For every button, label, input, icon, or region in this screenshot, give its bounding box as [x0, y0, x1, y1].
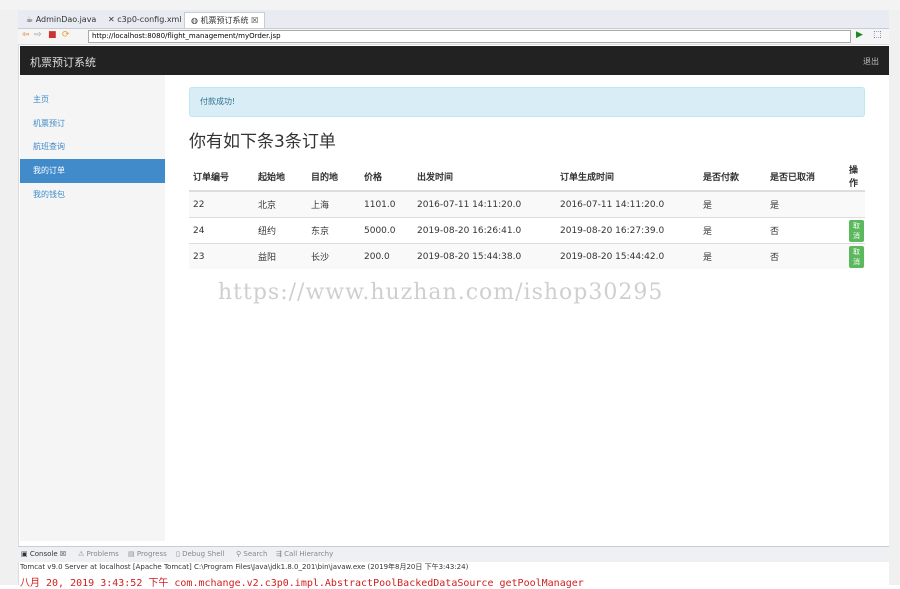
globe-icon: ◍ [191, 16, 198, 25]
refresh-icon[interactable]: ⟳ [62, 30, 70, 40]
search-icon: ⚲ [236, 550, 242, 558]
editor-tab-c3p0-config[interactable]: ✕ c3p0-config.xml [102, 12, 188, 27]
cell-action [845, 190, 865, 218]
cell-paid: 是 [699, 190, 766, 218]
console-log-line: 八月 20, 2019 3:43:52 下午 com.mchange.v2.c3… [20, 578, 584, 589]
cell-order-id: 23 [189, 243, 254, 269]
xml-file-icon: ✕ [108, 15, 115, 24]
page-heading: 你有如下条3条订单 [189, 132, 336, 152]
col-origin: 起始地 [254, 162, 307, 192]
call-hierarchy-icon: ⇶ [276, 550, 282, 558]
sidebar-item-flight-search[interactable]: 航班查询 [20, 135, 165, 159]
back-arrow-icon[interactable]: ⇦ [22, 30, 30, 40]
cell-cancelled: 否 [766, 243, 845, 269]
cell-cancelled: 否 [766, 217, 845, 244]
cell-price: 200.0 [360, 243, 413, 269]
orders-table: 订单编号 起始地 目的地 价格 出发时间 订单生成时间 是否付款 是否已取消 操… [189, 162, 865, 269]
navbar: 机票预订系统 退出 [20, 46, 889, 75]
payment-success-alert: 付款成功! [189, 87, 865, 117]
sidebar-item-my-orders[interactable]: 我的订单 [20, 159, 165, 183]
cancel-order-button[interactable]: 取消 [849, 219, 864, 242]
cell-origin: 北京 [254, 190, 307, 218]
url-input[interactable] [88, 30, 851, 43]
cell-price: 1101.0 [360, 190, 413, 218]
sidebar-item-book-ticket[interactable]: 机票预订 [20, 112, 165, 136]
logout-link[interactable]: 退出 [863, 56, 879, 67]
cell-origin: 纽约 [254, 217, 307, 244]
go-icon[interactable]: ▶ [856, 30, 863, 40]
console-status: Tomcat v9.0 Server at localhost [Apache … [20, 563, 469, 571]
call-hierarchy-tab[interactable]: ⇶ Call Hierarchy [276, 549, 333, 560]
col-action: 操作 [845, 162, 865, 192]
col-price: 价格 [360, 162, 413, 192]
col-created-time: 订单生成时间 [556, 162, 699, 192]
cell-created-time: 2016-07-11 14:11:20.0 [556, 190, 699, 218]
cell-paid: 是 [699, 243, 766, 269]
cell-order-id: 22 [189, 190, 254, 218]
forward-arrow-icon[interactable]: ⇨ [34, 30, 42, 40]
open-external-icon[interactable]: ⬚ [873, 30, 882, 40]
table-row: 24 纽约 东京 5000.0 2019-08-20 16:26:41.0 20… [189, 217, 865, 244]
problems-tab[interactable]: ⚠ Problems [78, 549, 119, 560]
cell-cancelled: 是 [766, 190, 845, 218]
cell-price: 5000.0 [360, 217, 413, 244]
cell-departure-time: 2016-07-11 14:11:20.0 [413, 190, 556, 218]
java-file-icon: ☕ [26, 15, 34, 24]
cell-departure-time: 2019-08-20 15:44:38.0 [413, 243, 556, 269]
progress-icon: ▤ [128, 550, 135, 558]
editor-tab-browser[interactable]: ◍ 机票预订系统 ☒ [184, 12, 266, 28]
debug-shell-tab[interactable]: ▯ Debug Shell [176, 549, 224, 560]
table-row: 22 北京 上海 1101.0 2016-07-11 14:11:20.0 20… [189, 190, 865, 218]
console-icon: ▣ [21, 550, 28, 558]
console-tab-bar: ▣ Console ☒ ⚠ Problems ▤ Progress ▯ Debu… [18, 546, 889, 562]
col-paid: 是否付款 [699, 162, 766, 192]
editor-tab-bar: ☕ AdminDao.java ✕ c3p0-config.xml ◍ 机票预订… [18, 10, 889, 29]
stop-icon[interactable]: ■ [48, 30, 57, 40]
cell-paid: 是 [699, 217, 766, 244]
col-order-id: 订单编号 [189, 162, 254, 192]
col-cancelled: 是否已取消 [766, 162, 845, 192]
watermark: https://www.huzhan.com/ishop30295 [218, 280, 664, 305]
cell-destination: 长沙 [307, 243, 360, 269]
cell-action: 取消 [845, 217, 865, 244]
debug-shell-icon: ▯ [176, 550, 180, 558]
sidebar-item-home[interactable]: 主页 [20, 88, 165, 112]
left-gutter [0, 10, 19, 585]
progress-tab[interactable]: ▤ Progress [128, 549, 167, 560]
cell-action: 取消 [845, 243, 865, 269]
sidebar: 主页 机票预订 航班查询 我的订单 我的钱包 [20, 75, 165, 541]
console-tab[interactable]: ▣ Console ☒ [21, 549, 66, 560]
problems-icon: ⚠ [78, 550, 85, 558]
cell-destination: 东京 [307, 217, 360, 244]
col-departure-time: 出发时间 [413, 162, 556, 192]
search-tab[interactable]: ⚲ Search [236, 549, 267, 560]
cell-origin: 益阳 [254, 243, 307, 269]
cell-created-time: 2019-08-20 15:44:42.0 [556, 243, 699, 269]
col-destination: 目的地 [307, 162, 360, 192]
sidebar-item-my-wallet[interactable]: 我的钱包 [20, 183, 165, 207]
table-header-row: 订单编号 起始地 目的地 价格 出发时间 订单生成时间 是否付款 是否已取消 操… [189, 162, 865, 192]
right-gutter [889, 10, 900, 585]
table-row: 23 益阳 长沙 200.0 2019-08-20 15:44:38.0 201… [189, 243, 865, 269]
cell-destination: 上海 [307, 190, 360, 218]
cell-created-time: 2019-08-20 16:27:39.0 [556, 217, 699, 244]
cell-departure-time: 2019-08-20 16:26:41.0 [413, 217, 556, 244]
ide-toolbar [0, 0, 900, 10]
editor-tab-admindao[interactable]: ☕ AdminDao.java [20, 12, 102, 27]
cancel-order-button[interactable]: 取消 [849, 245, 864, 268]
cell-order-id: 24 [189, 217, 254, 244]
brand-title[interactable]: 机票预订系统 [30, 54, 96, 70]
browser-address-bar: ⇦ ⇨ ■ ⟳ ▶ ⬚ [18, 29, 889, 45]
